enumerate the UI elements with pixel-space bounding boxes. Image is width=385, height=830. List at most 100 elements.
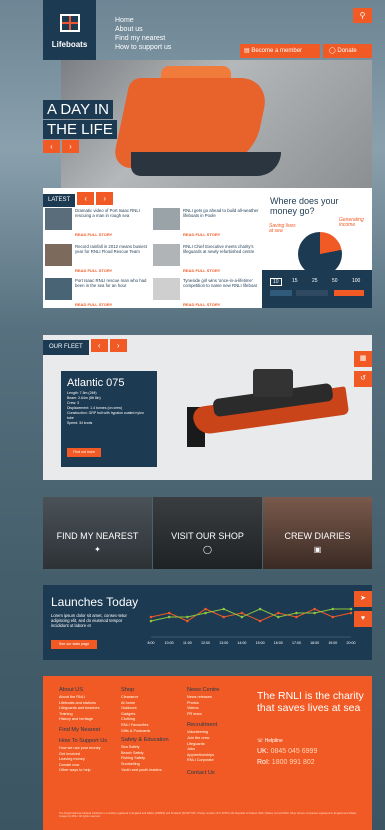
amount-option[interactable]: 100 — [352, 278, 360, 284]
fleet-header: OUR FLEET ‹ › — [43, 335, 129, 355]
rnli-logo[interactable]: Lifeboats — [43, 0, 96, 60]
nav-find-nearest[interactable]: Find my nearest — [115, 34, 171, 43]
footer-link[interactable]: History and heritage — [59, 717, 107, 723]
launch-point — [167, 615, 171, 619]
fleet-next-button[interactable]: › — [109, 339, 127, 352]
latest-header: LATEST ‹ › — [43, 188, 115, 207]
launch-point — [149, 619, 153, 623]
news-link[interactable]: READ FULL STORY — [183, 302, 220, 307]
launch-point — [204, 607, 207, 611]
tile-find-nearest[interactable]: FIND MY NEAREST ✦ — [43, 497, 152, 569]
nav-about[interactable]: About us — [115, 25, 171, 34]
amount-input[interactable] — [296, 290, 328, 296]
news-link[interactable]: READ FULL STORY — [75, 232, 112, 237]
fleet-find-out-button[interactable]: Find out more — [67, 448, 101, 457]
footer-link[interactable]: Other ways to help — [59, 768, 107, 774]
launches-chart: 8:00 10:00 11:00 12:00 13:00 14:00 15:00 16:00 1… — [148, 607, 356, 645]
news-link[interactable]: READ FULL STORY — [75, 302, 112, 307]
tile-visit-shop[interactable]: VISIT OUR SHOP ◯ — [153, 497, 262, 569]
uk-label: UK: — [257, 748, 269, 755]
footer-link[interactable]: RNLI Corporate — [187, 758, 219, 764]
footer-link[interactable]: How we use your money — [59, 746, 107, 752]
launch-point — [149, 615, 153, 619]
footer-heading[interactable]: Shop — [121, 686, 169, 695]
footer-link[interactable]: Youth and youth leaders — [121, 768, 169, 774]
news-item[interactable]: Record rainfall in 2012 means busiest ye… — [45, 244, 153, 280]
become-member-button[interactable]: ▤ Become a member — [240, 44, 320, 58]
launch-time-label: 17:00 — [292, 641, 301, 645]
footer-heading[interactable]: Contact Us — [187, 769, 219, 778]
location-icon: ✦ — [94, 545, 101, 554]
news-text: Tyneside girl wins 'once-in-a-lifetime' … — [183, 278, 257, 288]
launch-time-label: 10:00 — [165, 641, 174, 645]
footer-heading[interactable]: Recruitment — [187, 721, 219, 730]
atlantic-lifeboat-image — [183, 357, 353, 457]
hero-prev-button[interactable]: ‹ — [43, 140, 60, 153]
latest-next-button[interactable]: › — [96, 192, 114, 205]
latest-prev-button[interactable]: ‹ — [77, 192, 95, 205]
news-text: Record rainfall in 2012 means busiest ye… — [75, 244, 147, 254]
footer-heading[interactable]: Safety & Education — [121, 736, 169, 745]
amount-option[interactable]: 15 — [292, 278, 298, 284]
launch-time-label: 15:00 — [256, 641, 265, 645]
gallery-icon[interactable]: ▦ — [354, 351, 372, 367]
rotate-icon[interactable]: ↺ — [354, 371, 372, 387]
roi-number[interactable]: 1800 991 802 — [272, 759, 315, 766]
rib-console — [253, 369, 293, 397]
news-item[interactable]: RNLI gets go ahead to build all-weather … — [153, 208, 261, 244]
launch-series-line — [150, 608, 352, 622]
news-link[interactable]: READ FULL STORY — [183, 268, 220, 273]
tile-crew-diaries[interactable]: CREW DIARIES ▣ — [263, 497, 372, 569]
search-icon: ⚲ — [359, 11, 366, 20]
donate-button[interactable]: ◯ Donate — [323, 44, 372, 58]
news-thumbnail — [45, 208, 72, 230]
news-thumbnail — [153, 278, 180, 300]
amount-option[interactable]: 10 — [270, 278, 282, 286]
fleet-spec: Construction: GRP hull with hypalon coat… — [67, 411, 144, 420]
news-link[interactable]: READ FULL STORY — [75, 268, 112, 273]
footer-heading[interactable]: Find My Nearest — [59, 726, 107, 735]
footer-link[interactable]: Gifts & Postcards — [121, 729, 169, 735]
nav-support[interactable]: How to support us — [115, 43, 171, 52]
donate-icon: ◯ — [329, 48, 336, 54]
amount-option[interactable]: 50 — [332, 278, 338, 284]
donate-now-button[interactable] — [334, 290, 364, 296]
footer-heading[interactable]: How To Support Us — [59, 737, 107, 746]
nav-home[interactable]: Home — [115, 16, 171, 25]
stats-page-button[interactable]: See our stats page — [51, 640, 97, 649]
footer-col-news: News Centre News releases Photos Videos … — [187, 686, 219, 778]
fleet-prev-button[interactable]: ‹ — [90, 339, 108, 352]
our-fleet-section: OUR FLEET ‹ › Atlantic 075 Length: 7.5m (2… — [43, 335, 372, 480]
search-button[interactable]: ⚲ — [353, 8, 372, 23]
promo-tiles: FIND MY NEAREST ✦ VISIT OUR SHOP ◯ CREW … — [43, 497, 372, 569]
news-item[interactable]: Tyneside girl wins 'once-in-a-lifetime' … — [153, 278, 261, 314]
launch-time-label: 19:00 — [328, 641, 337, 645]
amount-option[interactable]: 25 — [312, 278, 318, 284]
footer-heading[interactable]: News Centre — [187, 686, 219, 695]
launch-point — [313, 611, 316, 615]
legal-text: The Royal National Lifeboat Institution … — [59, 812, 357, 819]
news-thumbnail — [153, 208, 180, 230]
news-item[interactable]: Port Isaac RNLI rescue man who had been … — [45, 278, 153, 314]
latest-news: LATEST ‹ › Dramatic video of Port Isaac RN… — [43, 188, 262, 308]
news-item[interactable]: Dramatic video of Port Isaac RNLI rescui… — [45, 208, 153, 244]
hero-next-button[interactable]: › — [62, 140, 79, 153]
footer-link[interactable]: PR team — [187, 712, 219, 718]
launch-point — [240, 611, 244, 615]
footer-heading[interactable]: About US — [59, 686, 107, 695]
news-item[interactable]: RNLI Chief Executive meets charity's lif… — [153, 244, 261, 280]
launch-point — [222, 607, 226, 611]
diary-icon: ▣ — [313, 545, 322, 554]
money-title: Where does your money go? — [270, 196, 339, 216]
launch-time-label: 11:00 — [183, 641, 192, 645]
launch-time-label: 12:00 — [201, 641, 210, 645]
flag-icon — [60, 14, 80, 32]
amount-field[interactable] — [270, 290, 292, 296]
share-icon[interactable]: ➤ — [354, 591, 372, 607]
uk-number[interactable]: 0845 045 6999 — [271, 748, 318, 755]
heart-icon[interactable]: ♥ — [354, 611, 372, 627]
news-link[interactable]: READ FULL STORY — [183, 232, 220, 237]
footer-tagline: The RNLI is the charity that saves lives… — [257, 690, 364, 714]
news-text: RNLI Chief Executive meets charity's lif… — [183, 244, 255, 254]
fleet-label: OUR FLEET — [43, 340, 89, 355]
